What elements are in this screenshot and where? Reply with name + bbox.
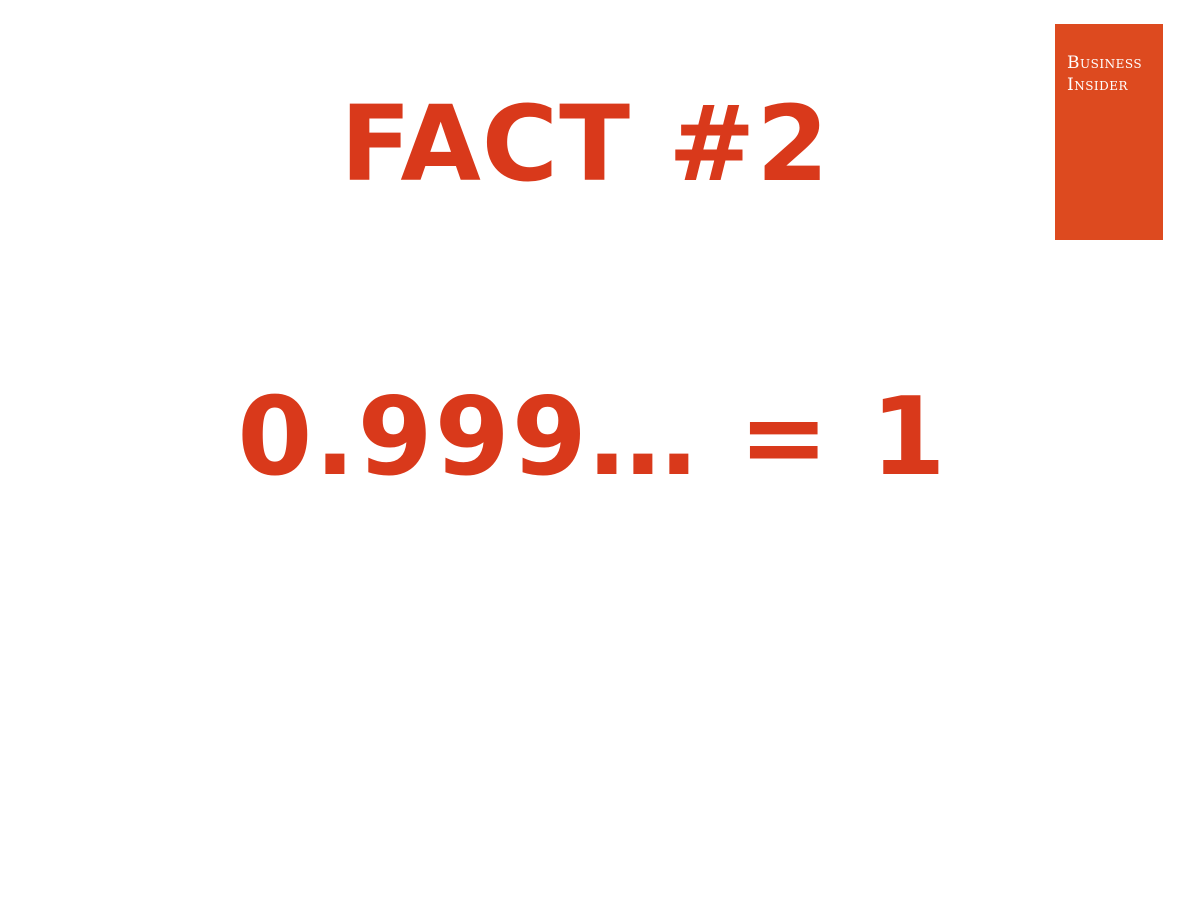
math-statement: 0.999… = 1: [237, 375, 948, 500]
logo-text-line-2: Insider: [1067, 75, 1129, 95]
slide-title: FACT #2: [340, 83, 830, 205]
logo-text-line-1: Business: [1067, 53, 1143, 73]
business-insider-logo: Business Insider: [1055, 24, 1163, 240]
slide: FACT #2 0.999… = 1 Business Insider: [0, 0, 1200, 900]
